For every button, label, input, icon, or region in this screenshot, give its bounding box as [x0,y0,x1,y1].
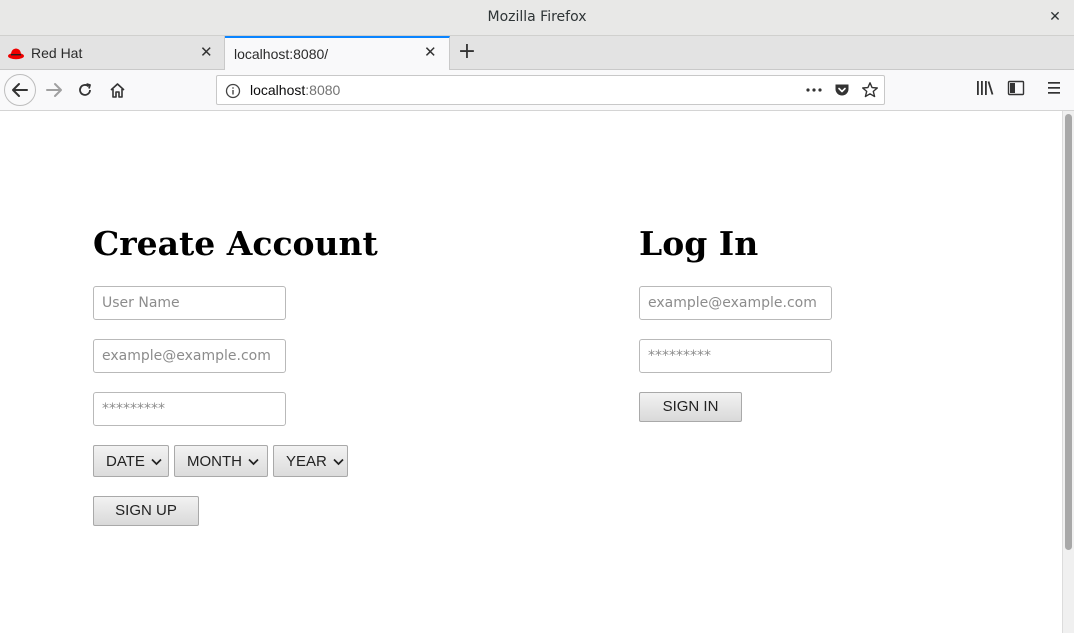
page-actions-icon[interactable] [805,82,823,102]
month-dropdown-label: MONTH [187,452,242,470]
vertical-scrollbar[interactable] [1062,111,1074,633]
sign-up-button[interactable]: SIGN UP [93,496,199,526]
date-dropdown-label: DATE [106,452,145,470]
year-dropdown[interactable]: YEAR [273,445,348,477]
window-titlebar: Mozilla Firefox ✕ [0,0,1074,36]
window-title: Mozilla Firefox [487,9,587,25]
signup-email-input[interactable] [93,339,286,373]
scrollbar-thumb[interactable] [1065,114,1072,550]
chevron-down-icon [151,453,162,470]
sidebar-toggle-icon[interactable] [1007,79,1025,101]
tab-localhost[interactable]: localhost:8080/ ✕ [225,36,450,70]
chevron-down-icon [333,453,344,470]
tab-close-icon[interactable]: ✕ [200,43,213,61]
url-port: :8080 [305,82,341,98]
page-content: Create Account DATE MONTH YEAR SIGN UP L… [0,111,1062,633]
url-bar[interactable]: localhost:8080 [216,75,885,105]
reload-button[interactable] [71,76,99,104]
arrow-right-icon [46,83,62,97]
new-tab-button[interactable]: + [456,39,478,65]
login-password-input[interactable] [639,339,832,373]
site-info-icon[interactable] [225,83,241,103]
tab-strip: Red Hat ✕ localhost:8080/ ✕ + [0,36,1074,70]
tab-label: localhost:8080/ [234,46,329,62]
login-email-input[interactable] [639,286,832,320]
tab-red-hat[interactable]: Red Hat ✕ [0,36,225,70]
year-dropdown-label: YEAR [286,452,327,470]
forward-button[interactable] [40,76,68,104]
reload-icon [79,83,91,96]
username-input[interactable] [93,286,286,320]
sign-in-button[interactable]: SIGN IN [639,392,742,422]
redhat-icon [8,46,24,63]
arrow-left-icon [12,83,28,97]
back-button[interactable] [4,74,36,106]
library-icon[interactable] [975,79,995,101]
window-close-button[interactable]: ✕ [1046,6,1064,28]
create-account-heading: Create Account [93,224,378,263]
url-text: localhost:8080 [250,82,340,98]
chevron-down-icon [248,453,259,470]
bookmark-star-icon[interactable] [861,81,879,103]
log-in-heading: Log In [639,224,759,263]
home-button[interactable] [103,76,131,104]
hamburger-menu-icon[interactable] [1046,79,1062,101]
navigation-toolbar: localhost:8080 [0,70,1074,111]
signup-password-input[interactable] [93,392,286,426]
date-dropdown[interactable]: DATE [93,445,169,477]
month-dropdown[interactable]: MONTH [174,445,268,477]
home-icon [109,82,125,98]
url-host: localhost [250,82,306,98]
tab-close-icon[interactable]: ✕ [424,43,437,61]
tab-label: Red Hat [31,45,83,61]
pocket-icon[interactable] [834,82,850,102]
